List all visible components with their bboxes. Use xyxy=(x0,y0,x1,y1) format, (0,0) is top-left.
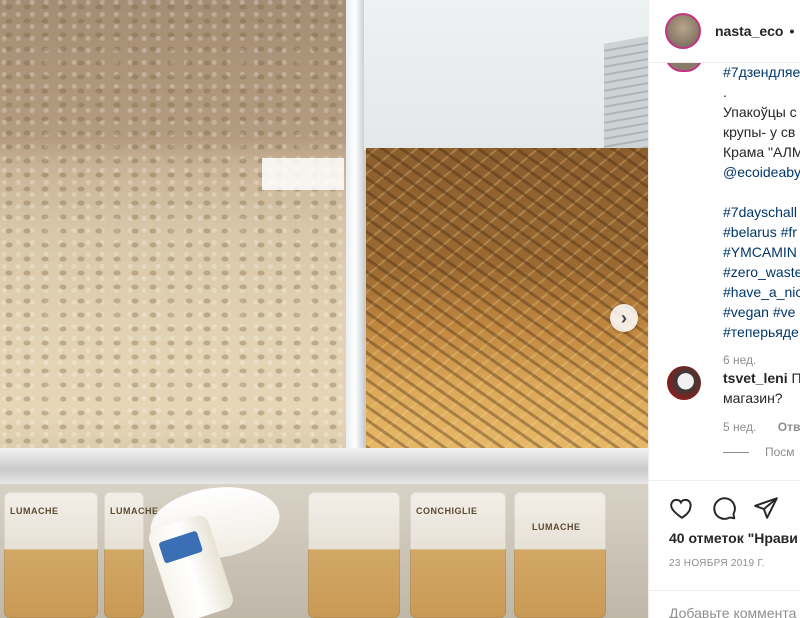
reply-button[interactable]: Отве xyxy=(778,420,800,434)
caption: #7дзендляе . Упакоўцы с крупы- у св Крам… xyxy=(723,62,800,370)
comment-time[interactable]: 5 нед. xyxy=(723,420,756,434)
package-label: CONCHIGLIE xyxy=(416,506,478,516)
view-replies[interactable]: Посм xyxy=(723,445,795,459)
pasta-package xyxy=(308,492,400,618)
post-photo[interactable]: LUMACHE LUMACHE CONCHIGLIE LUMACHE › xyxy=(0,0,648,618)
username-link[interactable]: nasta_eco xyxy=(715,23,783,39)
avatar[interactable] xyxy=(665,13,701,49)
commenter-avatar[interactable] xyxy=(667,366,701,400)
action-bar xyxy=(649,480,800,531)
caption-text: Упакоўцы с xyxy=(723,104,797,120)
pasta-package: LUMACHE xyxy=(104,492,158,618)
caption-text: Крама "АЛМ xyxy=(723,144,800,160)
hashtag-link[interactable]: #7дзендляе xyxy=(723,62,800,82)
caption-avatar[interactable] xyxy=(665,62,703,72)
macaroni-bin xyxy=(0,0,358,462)
comment-meta: 5 нед. Отве xyxy=(723,420,800,434)
replies-line xyxy=(723,451,749,453)
heart-icon[interactable] xyxy=(669,495,695,521)
lid-highlight xyxy=(262,158,344,190)
package-label: LUMACHE xyxy=(10,506,59,516)
view-replies-label[interactable]: Посм xyxy=(765,445,795,459)
mention-link[interactable]: @ecoideaby xyxy=(723,162,800,182)
next-image-button[interactable]: › xyxy=(610,304,638,332)
post-sidebar: nasta_eco • #7дзендляе . Упакоўцы с круп… xyxy=(648,0,800,618)
hashtag-link[interactable]: #vegan #ve xyxy=(723,302,800,322)
share-icon[interactable] xyxy=(753,495,779,521)
caption-time[interactable]: 6 нед. xyxy=(723,350,800,370)
chevron-right-icon: › xyxy=(621,307,627,328)
caption-blank xyxy=(723,182,800,202)
post-header: nasta_eco • xyxy=(649,0,800,63)
package-label: LUMACHE xyxy=(532,522,581,532)
comment-text: магазин? xyxy=(723,390,783,406)
likes-count[interactable]: 40 отметок "Нрави xyxy=(669,530,798,546)
caption-text: крупы- у св xyxy=(723,124,796,140)
post-date[interactable]: 23 НОЯБРЯ 2019 Г. xyxy=(669,558,765,569)
package-label: LUMACHE xyxy=(110,506,159,516)
bin-tray xyxy=(0,448,648,484)
pasta-package: LUMACHE xyxy=(514,492,606,618)
hashtag-link[interactable]: #YMCAMIN xyxy=(723,242,800,262)
caption-text: . xyxy=(723,84,727,100)
bin-divider xyxy=(346,0,364,462)
penne-bin xyxy=(366,148,648,448)
hashtag-link[interactable]: #have_a_nic xyxy=(723,282,800,302)
pasta-package: CONCHIGLIE xyxy=(410,492,506,618)
hashtag-link[interactable]: #zero_waste xyxy=(723,262,800,282)
comment: tsvet_leni П магазин? xyxy=(723,368,800,408)
comment-placeholder: Добавьте коммента xyxy=(669,605,797,618)
comments-feed[interactable]: #7дзендляе . Упакоўцы с крупы- у св Крам… xyxy=(649,62,800,480)
hashtag-link[interactable]: #7dayschall xyxy=(723,202,800,222)
hashtag-link[interactable]: #теперьяде xyxy=(723,322,800,342)
separator-dot: • xyxy=(789,23,795,39)
commenter-username[interactable]: tsvet_leni xyxy=(723,370,788,386)
comment-input[interactable]: Добавьте коммента xyxy=(649,590,800,618)
hashtag-link[interactable]: #belarus #fr xyxy=(723,222,800,242)
pasta-package: LUMACHE xyxy=(4,492,98,618)
comment-text: П xyxy=(791,370,800,386)
comment-icon[interactable] xyxy=(711,495,737,521)
